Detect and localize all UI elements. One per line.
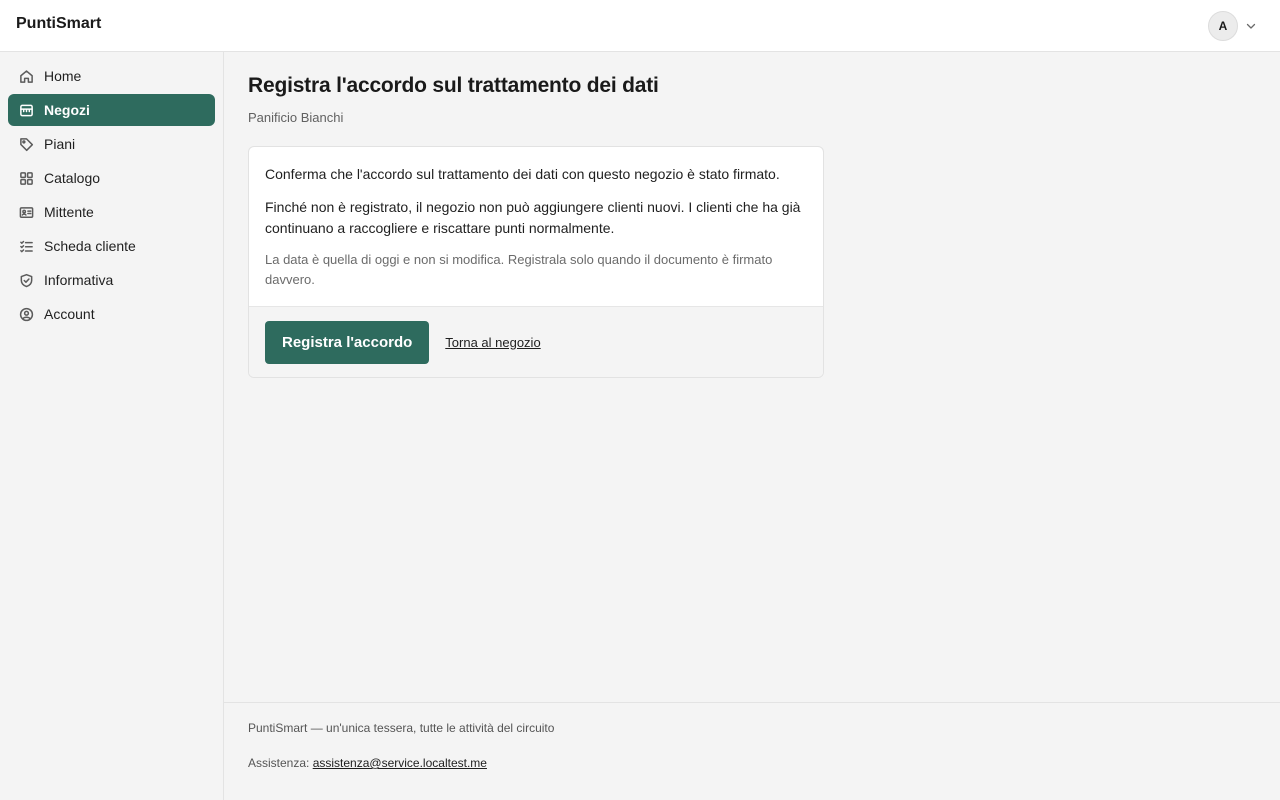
grid-icon bbox=[18, 170, 34, 186]
card-paragraph-confirm: Conferma che l'accordo sul trattamento d… bbox=[265, 166, 780, 182]
sidebar-item-label: Negozi bbox=[44, 102, 90, 118]
sidebar-item-catalogo[interactable]: Catalogo bbox=[8, 162, 215, 194]
checklist-icon bbox=[18, 238, 34, 254]
brand-logo-text[interactable]: PuntiSmart bbox=[16, 15, 101, 33]
sidebar-item-label: Catalogo bbox=[44, 170, 101, 186]
sidebar-item-scheda-cliente[interactable]: Scheda cliente bbox=[8, 230, 215, 262]
sidebar-item-label: Account bbox=[44, 306, 95, 322]
store-icon bbox=[18, 102, 34, 118]
user-menu[interactable]: A bbox=[1208, 11, 1258, 41]
home-icon bbox=[18, 68, 34, 84]
back-to-store-link[interactable]: Torna al negozio bbox=[445, 335, 540, 350]
chevron-down-icon[interactable] bbox=[1244, 19, 1258, 33]
card-body: Conferma che l'accordo sul trattamento d… bbox=[249, 147, 823, 307]
sidebar-item-mittente[interactable]: Mittente bbox=[8, 196, 215, 228]
page-title: Registra l'accordo sul trattamento dei d… bbox=[248, 74, 659, 97]
main-content: Registra l'accordo sul trattamento dei d… bbox=[224, 52, 1280, 702]
support-email-link[interactable]: assistenza@service.localtest.me bbox=[313, 756, 487, 770]
sidebar-item-home[interactable]: Home bbox=[8, 60, 215, 92]
footer-assist-label: Assistenza: bbox=[248, 756, 310, 770]
sidebar-item-informativa[interactable]: Informativa bbox=[8, 264, 215, 296]
sidebar-item-piani[interactable]: Piani bbox=[8, 128, 215, 160]
page-footer: PuntiSmart — un'unica tessera, tutte le … bbox=[224, 702, 1280, 800]
user-circle-icon bbox=[18, 306, 34, 322]
confirmation-card: Conferma che l'accordo sul trattamento d… bbox=[248, 146, 824, 378]
shield-check-icon bbox=[18, 272, 34, 288]
footer-assistance: Assistenza: assistenza@service.localtest… bbox=[248, 756, 1256, 770]
id-card-icon bbox=[18, 204, 34, 220]
sidebar-item-label: Piani bbox=[44, 136, 76, 152]
sidebar: Home Negozi Piani Catalogo Mittente Sche… bbox=[0, 52, 224, 800]
sidebar-item-account[interactable]: Account bbox=[8, 298, 215, 330]
sidebar-item-label: Home bbox=[44, 68, 82, 84]
sidebar-item-negozi[interactable]: Negozi bbox=[8, 94, 215, 126]
avatar[interactable]: A bbox=[1208, 11, 1238, 41]
top-bar: PuntiSmart A bbox=[0, 0, 1280, 52]
register-agreement-button[interactable]: Registra l'accordo bbox=[265, 320, 430, 364]
sidebar-item-label: Scheda cliente bbox=[44, 238, 136, 254]
tag-icon bbox=[18, 136, 34, 152]
footer-tagline: PuntiSmart — un'unica tessera, tutte le … bbox=[248, 721, 555, 735]
sidebar-item-label: Informativa bbox=[44, 272, 114, 288]
card-note: La data è quella di oggi e non si modifi… bbox=[265, 252, 773, 287]
card-paragraph-explanation: Finché non è registrato, il negozio non … bbox=[265, 199, 801, 236]
sidebar-item-label: Mittente bbox=[44, 204, 94, 220]
page-subtitle: Panificio Bianchi bbox=[248, 110, 344, 125]
card-actions: Registra l'accordo Torna al negozio bbox=[249, 307, 823, 377]
